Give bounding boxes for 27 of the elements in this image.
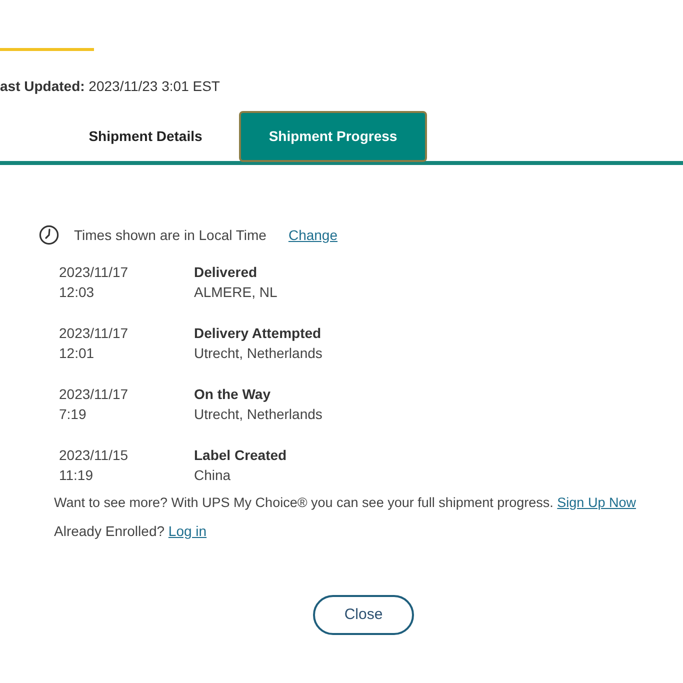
event-date: 2023/11/17 [59,324,128,343]
tab[interactable]: Shipment Progress [239,111,427,162]
event-status: Delivery Attempted [194,324,322,343]
last-updated-text: ast Updated: 2023/11/23 3:01 EST [0,77,220,96]
event-status: On the Way [194,385,270,404]
event-date: 2023/11/15 [59,446,128,465]
event-location: China [194,466,231,485]
event-date: 2023/11/17 [59,385,128,404]
enrolled-text: Already Enrolled? Log in [54,522,207,541]
clock-icon [39,225,59,245]
timezone-note: Times shown are in Local Time [74,226,266,245]
event-time: 11:19 [59,466,93,485]
upsell-text: Want to see more? With UPS My Choice® you can see your full shipment progress. Sign Up Now [54,494,636,512]
event-time: 7:19 [59,405,86,424]
tab[interactable]: Shipment Details [52,111,239,161]
event-date: 2023/11/17 [59,263,128,282]
event-time: 12:01 [59,344,94,363]
event-location: Utrecht, Netherlands [194,405,322,424]
event-status: Delivered [194,263,258,282]
change-link[interactable]: Change [288,225,338,245]
close-button[interactable]: Close [313,595,414,635]
event-location: ALMERE, NL [194,283,278,302]
log-in-link[interactable]: Log in [168,523,207,539]
event-status: Label Created [194,446,287,465]
event-time: 12:03 [59,283,94,302]
sign-up-link[interactable]: Sign Up Now [557,495,636,510]
event-location: Utrecht, Netherlands [194,344,322,363]
